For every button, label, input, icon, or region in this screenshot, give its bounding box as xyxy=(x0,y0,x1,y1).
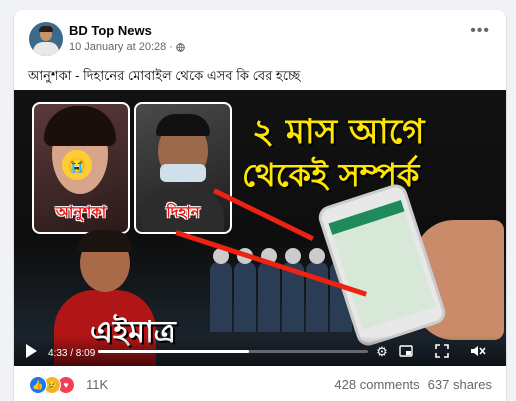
comments-count[interactable]: 428 comments xyxy=(334,377,419,392)
page-avatar[interactable] xyxy=(29,22,63,56)
photo-right: দিহান xyxy=(134,102,232,234)
crying-emoji-icon: 😭 xyxy=(62,150,92,180)
volume-muted-icon[interactable] xyxy=(470,344,486,360)
post-meta: 10 January at 20:28 · xyxy=(69,41,185,53)
reaction-icons[interactable]: 👍 😢 ♥ xyxy=(29,376,75,394)
video-player[interactable]: 😭 আনুশকা দিহান ২ মাস আগে থেকেই সম্পর্ক এ… xyxy=(14,90,506,366)
label-left: আনুশকা xyxy=(55,203,107,221)
progress-fill xyxy=(98,350,250,353)
video-controls: 4:33 / 8:09 ⚙ xyxy=(14,336,506,366)
post-card: BD Top News 10 January at 20:28 · ••• আন… xyxy=(14,10,506,401)
post-timestamp[interactable]: 10 January at 20:28 xyxy=(69,41,166,53)
reaction-count[interactable]: 11K xyxy=(86,377,108,392)
post-caption: আনুশকা - দিহানের মোবাইল থেকে এসব কি বের … xyxy=(28,68,301,83)
play-icon[interactable] xyxy=(26,344,37,358)
photo-left: 😭 আনুশকা xyxy=(32,102,130,234)
label-right: দিহান xyxy=(166,203,200,221)
video-time: 4:33 / 8:09 xyxy=(48,348,96,359)
settings-gear-icon[interactable]: ⚙ xyxy=(374,344,390,360)
page-name-link[interactable]: BD Top News xyxy=(69,23,152,38)
globe-icon xyxy=(176,42,185,52)
more-options-icon[interactable]: ••• xyxy=(470,23,490,39)
shares-count[interactable]: 637 shares xyxy=(428,377,492,392)
progress-bar[interactable] xyxy=(98,350,368,353)
like-reaction-icon: 👍 xyxy=(29,376,47,394)
post-footer: 👍 😢 ♥ 11K 428 comments 637 shares xyxy=(14,366,506,401)
fullscreen-icon[interactable] xyxy=(434,344,450,360)
pip-icon[interactable] xyxy=(398,344,414,360)
post-stats: 428 comments 637 shares xyxy=(334,377,492,392)
